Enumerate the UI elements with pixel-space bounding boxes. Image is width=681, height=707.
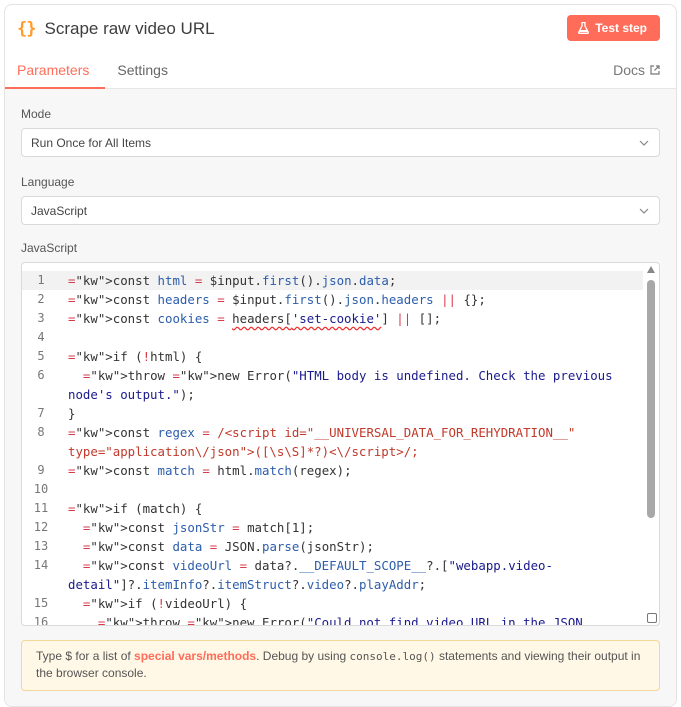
line-number: 16 [33, 615, 49, 626]
code-line[interactable]: 10 [22, 480, 643, 499]
line-number: 3 [37, 311, 45, 325]
code-line[interactable]: 1 ="kw">const html = $input.first().json.… [22, 271, 643, 290]
flask-icon [578, 22, 590, 34]
code-text: ="kw">const html = $input.first().json.d… [68, 273, 397, 288]
mode-select[interactable]: Run Once for All Items [21, 128, 660, 157]
editor-scrollbar[interactable] [646, 263, 656, 625]
line-number: 12 [33, 520, 49, 534]
line-number: 11 [33, 501, 49, 515]
chevron-down-icon [639, 140, 649, 146]
line-number: 13 [33, 539, 49, 553]
line-number: 9 [37, 463, 45, 477]
code-text: ="kw">if (!html) { [68, 349, 203, 364]
line-number: 2 [37, 292, 45, 306]
code-line[interactable]: 7} [22, 404, 643, 423]
scroll-thumb[interactable] [647, 280, 655, 518]
line-number: 8 [37, 425, 45, 439]
line-number: 10 [33, 482, 49, 496]
code-text: ="kw">throw ="kw">new Error("Could not f… [97, 615, 583, 626]
code-text: ="kw">const jsonStr = match[1]; [82, 520, 315, 535]
code-line[interactable]: 6 ="kw">throw ="kw">new Error("HTML body… [22, 366, 643, 404]
node-panel: {} Scrape raw video URL Test step Parame… [4, 4, 677, 707]
line-number: 15 [33, 596, 49, 610]
code-text: ="kw">const headers = $input.first().jso… [68, 292, 486, 307]
notice-text: Type $ for a list of [36, 649, 135, 663]
code-line[interactable]: 2 ="kw">const headers = $input.first().js… [22, 290, 643, 309]
code-text: ="kw">const data = JSON.parse(jsonStr); [82, 539, 374, 554]
notice-text: . Debug by using [256, 649, 350, 663]
code-line[interactable]: 15 ="kw">if (!videoUrl) { [22, 594, 643, 613]
language-value: JavaScript [31, 203, 88, 218]
language-select[interactable]: JavaScript [21, 196, 660, 225]
code-editor[interactable]: 1 ="kw">const html = $input.first().json.… [21, 262, 660, 626]
tab-settings[interactable]: Settings [105, 57, 184, 87]
line-number: 14 [33, 558, 49, 572]
chevron-down-icon [639, 208, 649, 214]
code-label: JavaScript [21, 241, 78, 255]
parameters-body: Mode Run Once for All Items Language Jav… [5, 89, 676, 706]
test-step-label: Test step [595, 21, 647, 35]
node-title[interactable]: Scrape raw video URL [44, 19, 567, 39]
test-step-button[interactable]: Test step [567, 15, 660, 41]
scroll-up-icon[interactable] [647, 266, 655, 273]
tab-parameters[interactable]: Parameters [5, 57, 106, 89]
panel-header: {} Scrape raw video URL Test step [5, 5, 676, 57]
code-text: ="kw">const regex = /<script id="__UNIVE… [68, 425, 583, 459]
line-number: 7 [37, 406, 45, 420]
code-text: ="kw">const videoUrl = data?.__DEFAULT_S… [68, 558, 553, 592]
code-line[interactable]: 11 ="kw">if (match) { [22, 499, 643, 518]
resize-icon[interactable] [647, 613, 657, 623]
code-text: ="kw">const cookies = headers['set-cooki… [68, 311, 442, 326]
language-label: Language [21, 175, 75, 189]
code-line[interactable]: 5 ="kw">if (!html) { [22, 347, 643, 366]
code-line[interactable]: 16 ="kw">throw ="kw">new Error("Could no… [22, 613, 643, 626]
code-line[interactable]: 12 ="kw">const jsonStr = match[1]; [22, 518, 643, 537]
line-number: 4 [37, 330, 45, 344]
external-link-icon [650, 65, 660, 75]
code-line[interactable]: 14 ="kw">const videoUrl = data?.__DEFAUL… [22, 556, 643, 594]
code-text: ="kw">const match = html.match(regex); [68, 463, 352, 478]
line-number: 5 [37, 349, 45, 363]
code-lines: 1 ="kw">const html = $input.first().json.… [22, 271, 643, 626]
code-text: ="kw">if (match) { [68, 501, 203, 516]
code-line[interactable]: 9 ="kw">const match = html.match(regex); [22, 461, 643, 480]
code-braces-icon: {} [17, 19, 37, 39]
docs-label: Docs [613, 62, 645, 78]
code-line[interactable]: 8 ="kw">const regex = /<script id="__UNIV… [22, 423, 643, 461]
code-line[interactable]: 4 [22, 328, 643, 347]
line-number: 6 [37, 368, 45, 382]
hint-notice: Type $ for a list of special vars/method… [21, 640, 660, 691]
line-number: 1 [37, 273, 45, 287]
notice-code: console.log() [349, 650, 436, 663]
code-text: } [68, 406, 76, 421]
code-line[interactable]: 3 ="kw">const cookies = headers['set-cook… [22, 309, 643, 328]
mode-label: Mode [21, 107, 52, 121]
special-vars-link[interactable]: special vars/methods [134, 649, 256, 663]
mode-value: Run Once for All Items [31, 135, 152, 150]
code-text: ="kw">if (!videoUrl) { [82, 596, 248, 611]
docs-link[interactable]: Docs [613, 57, 676, 78]
code-text: ="kw">throw ="kw">new Error("HTML body i… [68, 368, 621, 402]
code-line[interactable]: 13 ="kw">const data = JSON.parse(jsonStr… [22, 537, 643, 556]
tab-bar: Parameters Settings Docs [5, 57, 676, 89]
